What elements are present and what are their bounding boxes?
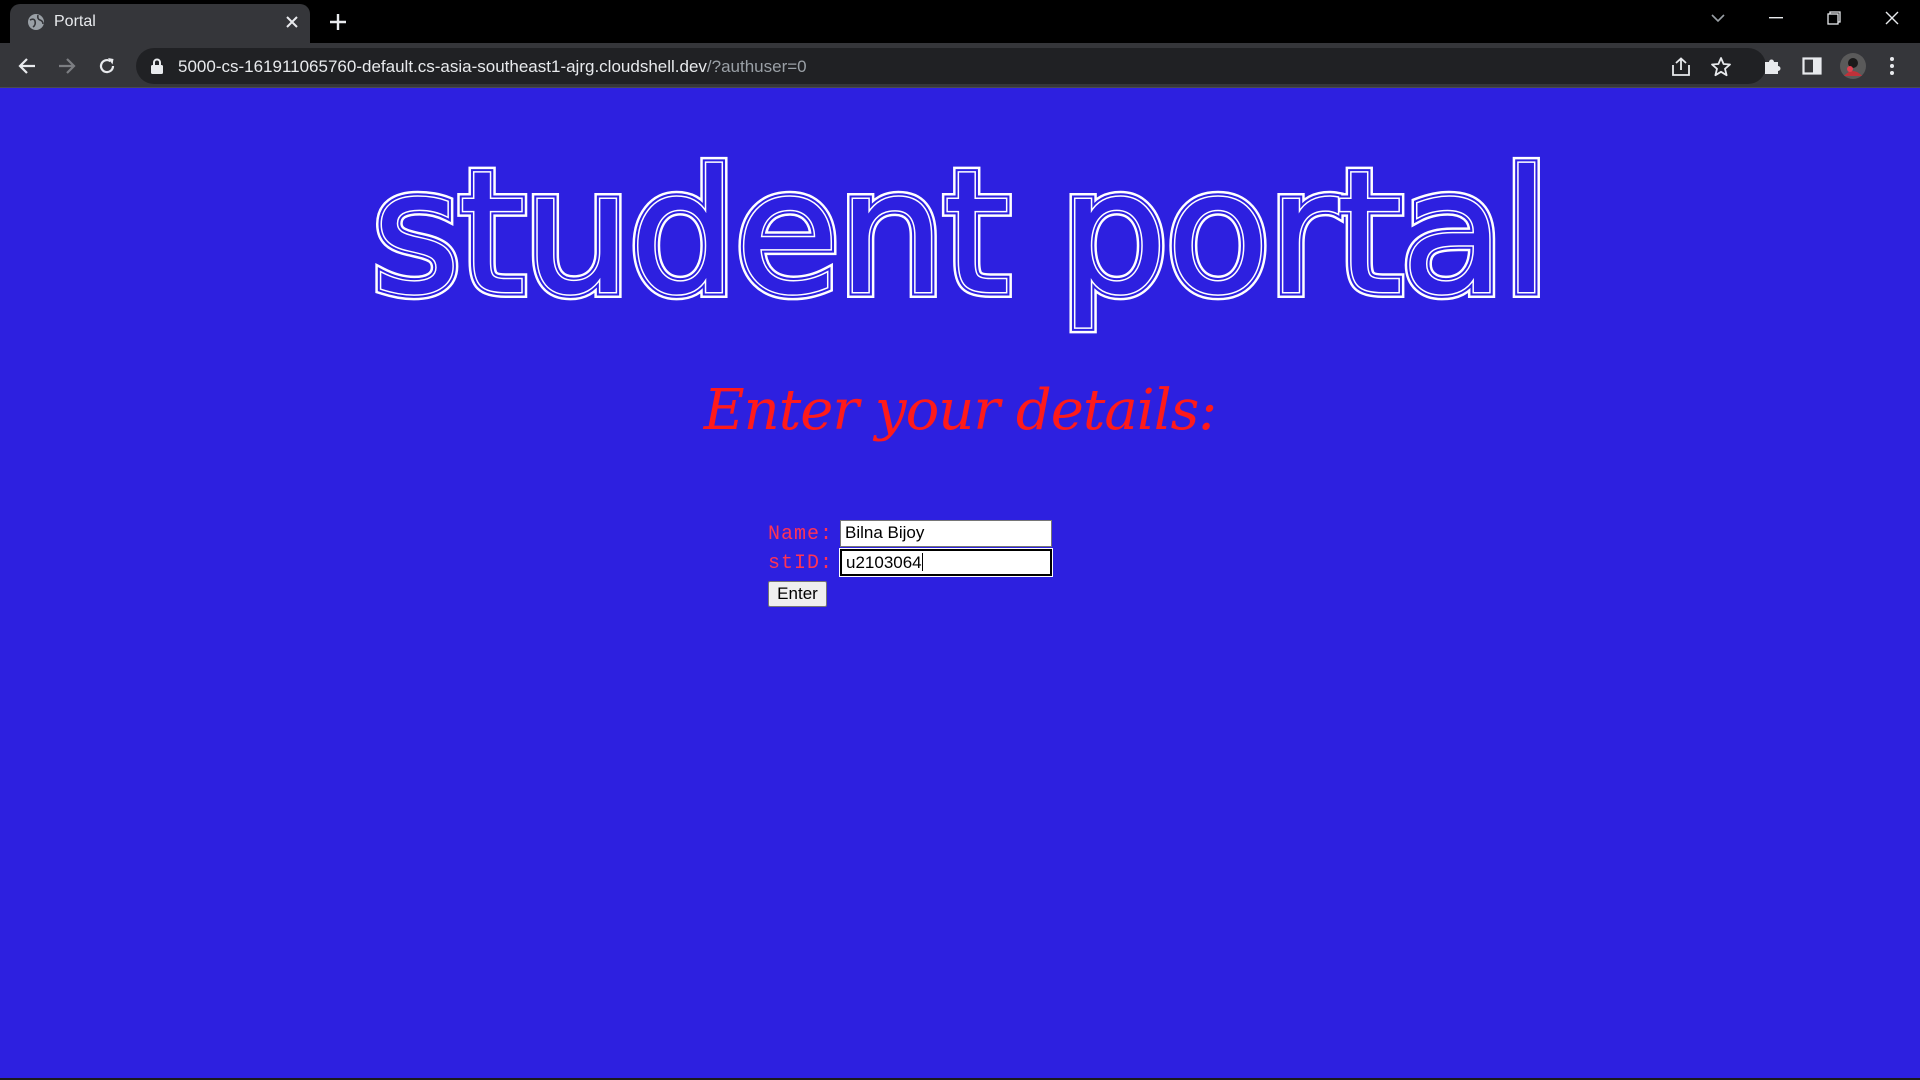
page-content: student portal student portal student po… xyxy=(0,88,1920,1080)
browser-tab[interactable]: Portal xyxy=(10,4,310,43)
close-icon[interactable] xyxy=(280,10,304,34)
stid-input-value: u2103064 xyxy=(846,553,922,572)
side-panel-icon[interactable] xyxy=(1796,50,1828,82)
hero-title: student portal student portal student po… xyxy=(0,132,1920,342)
form-heading: Enter your details: xyxy=(703,378,1217,443)
tab-title: Portal xyxy=(54,13,96,30)
close-window-icon[interactable] xyxy=(1864,0,1920,36)
arrow-right-icon[interactable] xyxy=(51,50,83,82)
tab-strip: Portal xyxy=(0,0,1920,43)
star-icon[interactable] xyxy=(1708,54,1734,80)
reload-icon[interactable] xyxy=(91,50,123,82)
minimize-icon[interactable] xyxy=(1748,0,1804,36)
address-bar[interactable]: 5000-cs-161911065760-default.cs-asia-sou… xyxy=(136,48,1766,84)
stid-input[interactable]: u2103064 xyxy=(839,548,1053,577)
restore-icon[interactable] xyxy=(1806,0,1862,36)
name-input[interactable]: Bilna Bijoy xyxy=(840,520,1052,547)
hero-title-graphic: student portal student portal student po… xyxy=(366,132,1556,339)
stid-label: stID: xyxy=(768,552,834,575)
hero-title-fill: student portal xyxy=(372,135,1548,333)
text-caret xyxy=(921,553,923,571)
browser-toolbar: 5000-cs-161911065760-default.cs-asia-sou… xyxy=(0,43,1920,88)
enter-button[interactable]: Enter xyxy=(768,581,827,607)
url-path: /?authuser=0 xyxy=(706,57,807,76)
chevron-down-icon[interactable] xyxy=(1690,0,1746,36)
url-text: 5000-cs-161911065760-default.cs-asia-sou… xyxy=(178,57,807,77)
name-input-value: Bilna Bijoy xyxy=(845,523,925,542)
globe-icon xyxy=(26,12,46,32)
avatar-icon[interactable] xyxy=(1837,50,1869,82)
plus-icon[interactable] xyxy=(324,8,352,36)
url-host: 5000-cs-161911065760-default.cs-asia-sou… xyxy=(178,57,707,76)
arrow-left-icon[interactable] xyxy=(11,50,43,82)
lock-icon[interactable] xyxy=(150,58,164,74)
share-icon[interactable] xyxy=(1668,54,1694,80)
puzzle-icon[interactable] xyxy=(1756,50,1788,82)
name-label: Name: xyxy=(768,523,834,546)
kebab-menu-icon[interactable] xyxy=(1876,50,1908,82)
